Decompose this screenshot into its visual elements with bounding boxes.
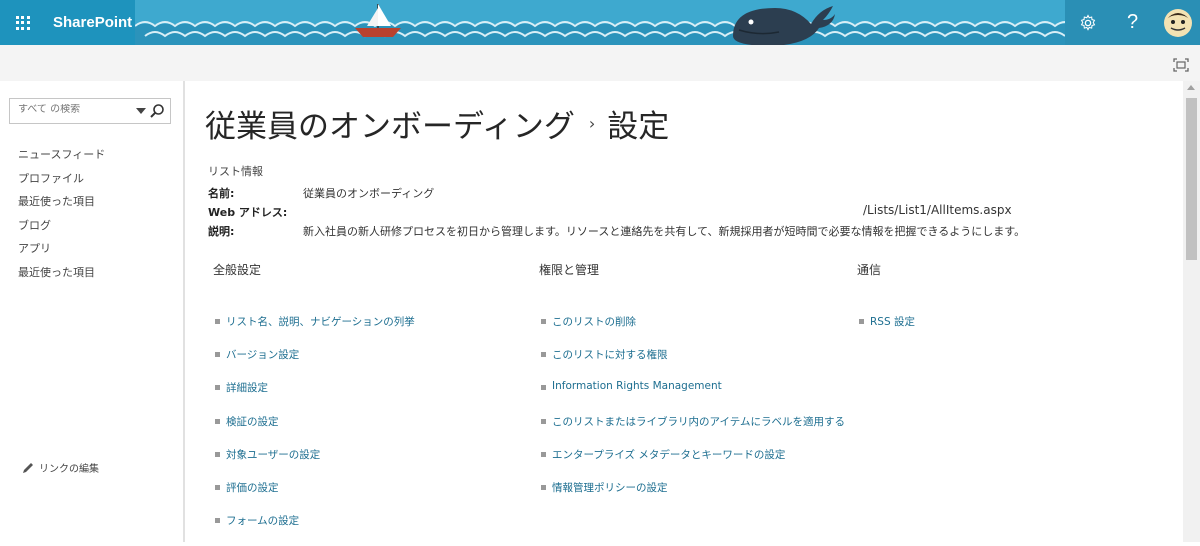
left-navigation: ニュースフィード プロファイル 最近使った項目 ブログ アプリ 最近使った項目 … xyxy=(0,81,185,542)
bullet-icon xyxy=(541,451,546,457)
pencil-icon xyxy=(23,462,33,473)
suite-bar: SharePoint ? xyxy=(0,0,1200,45)
search-input[interactable] xyxy=(18,104,128,115)
bullet-icon xyxy=(541,484,546,490)
bullet-icon xyxy=(541,418,546,424)
settings-button[interactable] xyxy=(1065,0,1110,45)
nav-item-recent[interactable]: 最近使った項目 xyxy=(18,193,105,217)
bullet-icon xyxy=(215,385,220,391)
scroll-up-icon[interactable] xyxy=(1187,85,1195,90)
bullet-icon xyxy=(215,484,220,490)
scrollbar-thumb[interactable] xyxy=(1186,98,1197,260)
settings-link[interactable]: このリストの削除 xyxy=(539,314,845,347)
list-info-heading: リスト情報 xyxy=(208,165,263,178)
web-address-value: /Lists/List1/AllItems.aspx xyxy=(863,203,1012,217)
description-row: 説明: 新入社員の新人研修プロセスを初日から管理します。リソースと連絡先を共有して… xyxy=(208,223,1025,239)
search-icon[interactable] xyxy=(149,103,165,119)
page-title: 従業員のオンボーディング › 設定 xyxy=(205,101,669,146)
communications-heading: 通信 xyxy=(857,263,882,277)
permissions-section: 権限と管理 このリストの削除 このリストに対する権限 Information R… xyxy=(539,261,845,513)
nav-item-apps[interactable]: アプリ xyxy=(18,240,105,264)
communications-section: 通信 RSS 設定 xyxy=(857,261,915,347)
settings-link[interactable]: バージョン設定 xyxy=(213,347,415,380)
nav-item-profile[interactable]: プロファイル xyxy=(18,170,105,194)
web-address-row: Web アドレス: xyxy=(208,204,303,220)
settings-link[interactable]: RSS 設定 xyxy=(857,314,915,347)
edit-links-button[interactable]: リンクの編集 xyxy=(22,460,99,475)
settings-link[interactable]: Information Rights Management xyxy=(539,380,845,413)
bullet-icon xyxy=(541,385,546,391)
search-scope-dropdown[interactable] xyxy=(136,108,146,114)
bullet-icon xyxy=(215,518,220,524)
app-launcher-button[interactable] xyxy=(0,0,45,45)
settings-link[interactable]: エンタープライズ メタデータとキーワードの設定 xyxy=(539,447,845,480)
help-button[interactable]: ? xyxy=(1110,0,1155,45)
gear-icon xyxy=(1080,13,1095,31)
description-label: 説明: xyxy=(208,225,235,238)
bullet-icon xyxy=(859,319,864,324)
user-avatar-icon xyxy=(1163,8,1192,37)
waffle-icon xyxy=(15,15,30,30)
focus-on-content-icon[interactable] xyxy=(1173,58,1189,72)
settings-link[interactable]: 検証の設定 xyxy=(213,414,415,447)
settings-link[interactable]: 評価の設定 xyxy=(213,480,415,513)
bullet-icon xyxy=(215,319,220,324)
settings-link[interactable]: フォームの設定 xyxy=(213,513,415,546)
search-box xyxy=(9,98,171,124)
edit-links-label: リンクの編集 xyxy=(39,464,99,475)
settings-link[interactable]: このリストに対する権限 xyxy=(539,347,845,380)
description-value: 新入社員の新人研修プロセスを初日から管理します。リソースと連絡先を共有して、新規… xyxy=(303,225,1026,238)
nav-item-blog[interactable]: ブログ xyxy=(18,217,105,241)
theme-banner-image xyxy=(135,0,1065,45)
settings-link[interactable]: 情報管理ポリシーの設定 xyxy=(539,480,845,513)
settings-link[interactable]: 対象ユーザーの設定 xyxy=(213,447,415,480)
command-bar xyxy=(0,45,1200,81)
brand-link[interactable]: SharePoint xyxy=(45,0,135,45)
nav-item-newsfeed[interactable]: ニュースフィード xyxy=(18,146,105,170)
bullet-icon xyxy=(215,451,220,457)
bullet-icon xyxy=(215,352,220,358)
avatar[interactable] xyxy=(1155,0,1200,45)
settings-link[interactable]: このリストまたはライブラリ内のアイテムにラベルを適用する xyxy=(539,414,845,447)
general-settings-heading: 全般設定 xyxy=(213,263,262,277)
quick-launch: ニュースフィード プロファイル 最近使った項目 ブログ アプリ 最近使った項目 xyxy=(18,146,105,288)
vertical-scrollbar[interactable] xyxy=(1183,81,1200,542)
list-name-label: 名前: xyxy=(208,187,235,200)
settings-link[interactable]: リスト名、説明、ナビゲーションの列挙 xyxy=(213,314,415,347)
list-name-value: 従業員のオンボーディング xyxy=(303,187,435,200)
bullet-icon xyxy=(541,319,546,324)
permissions-heading: 権限と管理 xyxy=(539,263,600,277)
list-title-link[interactable]: 従業員のオンボーディング xyxy=(205,101,575,146)
settings-link[interactable]: 詳細設定 xyxy=(213,380,415,413)
web-address-label: Web アドレス: xyxy=(208,206,288,219)
general-settings-section: 全般設定 リスト名、説明、ナビゲーションの列挙 バージョン設定 詳細設定 検証の… xyxy=(213,261,415,546)
bullet-icon xyxy=(215,418,220,424)
breadcrumb-separator-icon: › xyxy=(588,114,596,133)
bullet-icon xyxy=(541,352,546,358)
list-name-row: 名前: 従業員のオンボーディング xyxy=(208,185,434,201)
page-subtitle: 設定 xyxy=(607,109,670,145)
nav-item-recent-2[interactable]: 最近使った項目 xyxy=(18,264,105,288)
